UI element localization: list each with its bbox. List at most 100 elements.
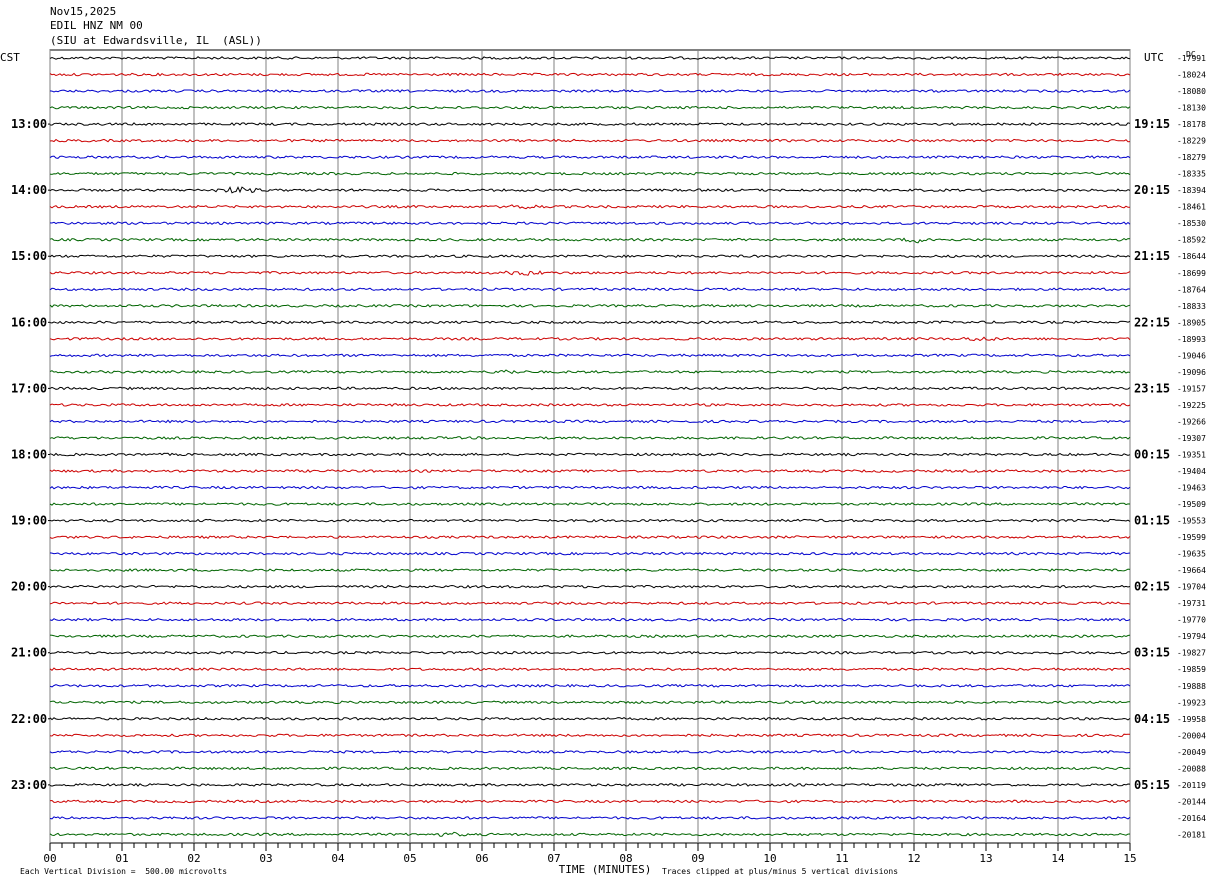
dc-offset-label: -18279: [1177, 153, 1206, 162]
x-tick-label: 09: [691, 852, 704, 865]
trace-line: [49, 782, 1131, 787]
dc-offset-label: -18699: [1177, 269, 1206, 278]
dc-offset-label: -20049: [1177, 748, 1206, 757]
trace-line: [49, 749, 1131, 754]
dc-offset-label: -18229: [1177, 137, 1206, 146]
right-hour-label: 19:15: [1134, 117, 1170, 131]
trace-line: [49, 56, 1131, 60]
trace-line: [49, 469, 1131, 473]
dc-offset-label: -18024: [1177, 71, 1206, 80]
dc-offset-label: -19888: [1177, 682, 1206, 691]
dc-offset-label: -19046: [1177, 351, 1206, 360]
dc-offset-label: -18764: [1177, 285, 1206, 294]
dc-offset-label: -20004: [1177, 731, 1206, 740]
trace-line: [49, 72, 1131, 77]
right-hour-label: 05:15: [1134, 778, 1170, 792]
trace-line: [49, 568, 1131, 573]
trace-line: [49, 816, 1131, 820]
dc-offset-label: -18592: [1177, 236, 1206, 245]
trace-line: [49, 186, 1131, 194]
left-axis-label: CST: [0, 51, 20, 64]
dc-offset-label: -19923: [1177, 698, 1206, 707]
x-tick-label: 00: [43, 852, 56, 865]
trace-line: [49, 403, 1131, 407]
right-hour-label: 03:15: [1134, 646, 1170, 660]
right-hour-label: 21:15: [1134, 249, 1170, 263]
trace-line: [49, 155, 1131, 159]
dc-offset-label: -19958: [1177, 715, 1206, 724]
trace-line: [49, 584, 1131, 589]
plot-frame: [49, 49, 1131, 844]
trace-line: [49, 667, 1131, 672]
trace-line: [49, 353, 1131, 358]
seismic-traces: [49, 56, 1131, 837]
dc-offset-label: -20119: [1177, 781, 1206, 790]
trace-line: [49, 634, 1131, 639]
dc-offset-label: -19509: [1177, 500, 1206, 509]
left-hour-label: 17:00: [11, 381, 47, 395]
dc-offset-label: -17991: [1177, 54, 1206, 63]
dc-offset-label: -19664: [1177, 566, 1206, 575]
minute-gridlines: [48, 49, 1131, 851]
trace-line: [49, 436, 1131, 440]
trace-line: [49, 683, 1131, 688]
x-tick-label: 12: [907, 852, 920, 865]
right-hour-label: 00:15: [1134, 447, 1170, 461]
dc-offset-label: -18905: [1177, 318, 1206, 327]
trace-line: [49, 89, 1131, 93]
x-tick-label: 02: [187, 852, 200, 865]
x-tick-label: 05: [403, 852, 416, 865]
trace-line: [49, 535, 1131, 540]
dc-offset-label: -19553: [1177, 517, 1206, 526]
trace-line: [49, 518, 1131, 523]
dc-offset-label: -19404: [1177, 467, 1206, 476]
dc-offset-label: -18394: [1177, 186, 1206, 195]
trace-line: [49, 831, 1131, 837]
trace-line: [49, 485, 1131, 490]
x-tick-label: 01: [115, 852, 128, 865]
dc-offset-label: -19307: [1177, 434, 1206, 443]
dc-offset-label: -19704: [1177, 583, 1206, 592]
left-hour-label: 23:00: [11, 778, 47, 792]
x-tick-label: 14: [1051, 852, 1065, 865]
dc-offset-label: -20088: [1177, 764, 1206, 773]
left-hour-label: 20:00: [11, 580, 47, 594]
x-tick-label: 06: [475, 852, 488, 865]
trace-line: [49, 601, 1131, 606]
right-hour-label: 01:15: [1134, 514, 1170, 528]
trace-line: [49, 303, 1131, 308]
left-hour-label: 19:00: [11, 514, 47, 528]
right-hour-label: 23:15: [1134, 381, 1170, 395]
dc-offset-label: -18178: [1177, 120, 1206, 129]
trace-line: [49, 733, 1130, 738]
right-hour-label: 04:15: [1134, 712, 1170, 726]
trace-line: [49, 287, 1131, 292]
trace-line: [49, 122, 1131, 127]
dc-offset-label: -19157: [1177, 384, 1206, 393]
dc-offset-label: -18530: [1177, 219, 1206, 228]
dc-offset-label: -19351: [1177, 450, 1206, 459]
dc-offset-label: -19635: [1177, 550, 1206, 559]
dc-offset-label: -19599: [1177, 533, 1206, 542]
trace-line: [49, 700, 1130, 705]
dc-offset-label: -19770: [1177, 616, 1206, 625]
dc-offset-label: -20164: [1177, 814, 1206, 823]
trace-line: [49, 221, 1131, 226]
x-tick-label: 03: [259, 852, 272, 865]
left-hour-label: 18:00: [11, 447, 47, 461]
trace-line: [49, 551, 1131, 556]
left-hour-label: 14:00: [11, 183, 47, 197]
x-axis-label: TIME (MINUTES): [559, 863, 652, 876]
dc-offset-label: -20144: [1177, 797, 1206, 806]
trace-line: [49, 237, 1131, 244]
dc-offset-label: -19827: [1177, 649, 1206, 658]
trace-line: [49, 799, 1131, 804]
trace-line: [49, 502, 1131, 506]
trace-line: [49, 320, 1131, 325]
trace-line: [49, 254, 1131, 259]
trace-line: [49, 171, 1131, 176]
dc-offset-label: -18644: [1177, 252, 1206, 261]
dc-offset-label: -19731: [1177, 599, 1206, 608]
trace-line: [49, 270, 1131, 276]
left-hour-label: 22:00: [11, 712, 47, 726]
